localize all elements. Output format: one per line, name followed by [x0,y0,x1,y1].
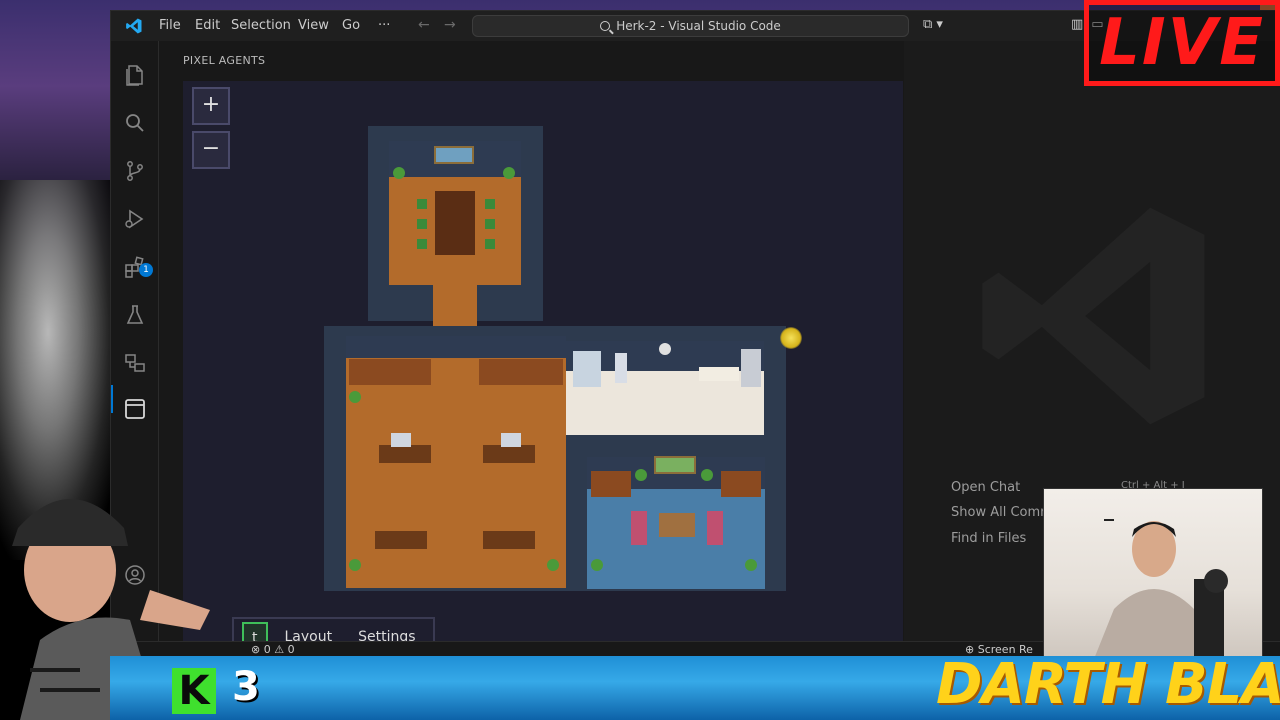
guest-webcam [1043,488,1263,658]
menu-more[interactable]: ··· [378,18,390,33]
plant-icon [591,559,603,571]
fridge-icon [741,349,761,387]
search-icon[interactable] [123,111,147,135]
plant-icon [745,559,757,571]
plant-icon [503,167,515,179]
desk-icon [375,531,427,549]
stream-frame: File Edit Selection View Go ··· ← → Herk… [0,0,1280,720]
live-label: LIVE [1099,6,1265,80]
command-center-label: Herk-2 - Visual Studio Code [616,19,781,33]
chair-icon [485,199,495,209]
coffee-table-icon [659,513,695,537]
office-map-canvas[interactable]: + − [183,81,903,641]
painting-icon [654,456,696,474]
meeting-table [435,191,475,255]
live-badge: LIVE [1084,0,1280,86]
find-in-files-shortcut[interactable]: Find in Files [951,531,1026,546]
vending-machine-icon [573,351,601,387]
desk-icon [483,531,535,549]
office-floor [346,356,566,588]
bookshelf-icon [591,471,631,497]
plant-icon [349,391,361,403]
guest-person-image [1094,519,1228,657]
painting-icon [434,146,474,164]
sofa-icon [707,511,723,545]
lounge-floor [587,489,765,589]
menu-selection[interactable]: Selection [231,18,291,33]
channel-brand: DARTH BLAZE [936,652,1280,717]
kick-logo-icon: K [172,668,216,714]
office-floor-plan [324,126,786,591]
corridor-wall [370,291,410,321]
corridor-wall [501,291,541,321]
chair-icon [485,219,495,229]
kick-viewer-count: 3 [232,664,260,710]
vscode-watermark-icon [982,207,1205,425]
chair-icon [417,199,427,209]
pixel-agents-icon[interactable] [123,397,147,421]
computer-icon [391,433,411,447]
back-arrow-icon[interactable]: ← [418,17,430,33]
run-debug-icon[interactable] [123,207,147,231]
plant-icon [547,559,559,571]
desk-icon [379,445,431,463]
warning-icon: ⚠ [274,643,288,656]
search-icon [600,21,611,31]
zoom-in-button[interactable]: + [192,87,230,125]
menu-go[interactable]: Go [342,18,360,33]
panel-title: PIXEL AGENTS [183,54,266,67]
vscode-logo-icon [126,18,142,34]
chair-icon [485,239,495,249]
bookshelf-icon [721,471,761,497]
counter-icon [699,367,739,381]
plant-icon [701,469,713,481]
water-cooler-icon [615,353,627,383]
menu-file[interactable]: File [159,18,181,33]
source-control-icon[interactable] [123,159,147,183]
mouse-cursor-icon [780,327,802,349]
sofa-icon [631,511,647,545]
chair-icon [417,219,427,229]
plant-icon [349,559,361,571]
forward-arrow-icon[interactable]: → [444,17,456,33]
computer-icon [501,433,521,447]
command-center[interactable]: Herk-2 - Visual Studio Code [472,15,909,37]
warning-count: 0 [287,643,295,656]
plant-icon [393,167,405,179]
open-chat-shortcut[interactable]: Open Chat [951,480,1020,495]
desk-icon [483,445,535,463]
bookshelf-icon [349,359,431,385]
extensions-badge: 1 [139,263,153,277]
testing-icon[interactable] [123,303,147,327]
zoom-out-button[interactable]: − [192,131,230,169]
menu-view[interactable]: View [298,18,329,33]
menu-edit[interactable]: Edit [195,18,220,33]
explorer-icon[interactable] [123,63,147,87]
plant-icon [635,469,647,481]
bookshelf-icon [479,359,563,385]
clock-icon [659,343,671,355]
copilot-icon[interactable]: ⧉ ▾ [923,17,943,32]
remote-explorer-icon[interactable] [123,351,147,375]
show-all-commands-shortcut[interactable]: Show All Comm [951,505,1053,520]
chair-icon [417,239,427,249]
office-backwall [346,336,566,358]
active-indicator [111,385,113,413]
